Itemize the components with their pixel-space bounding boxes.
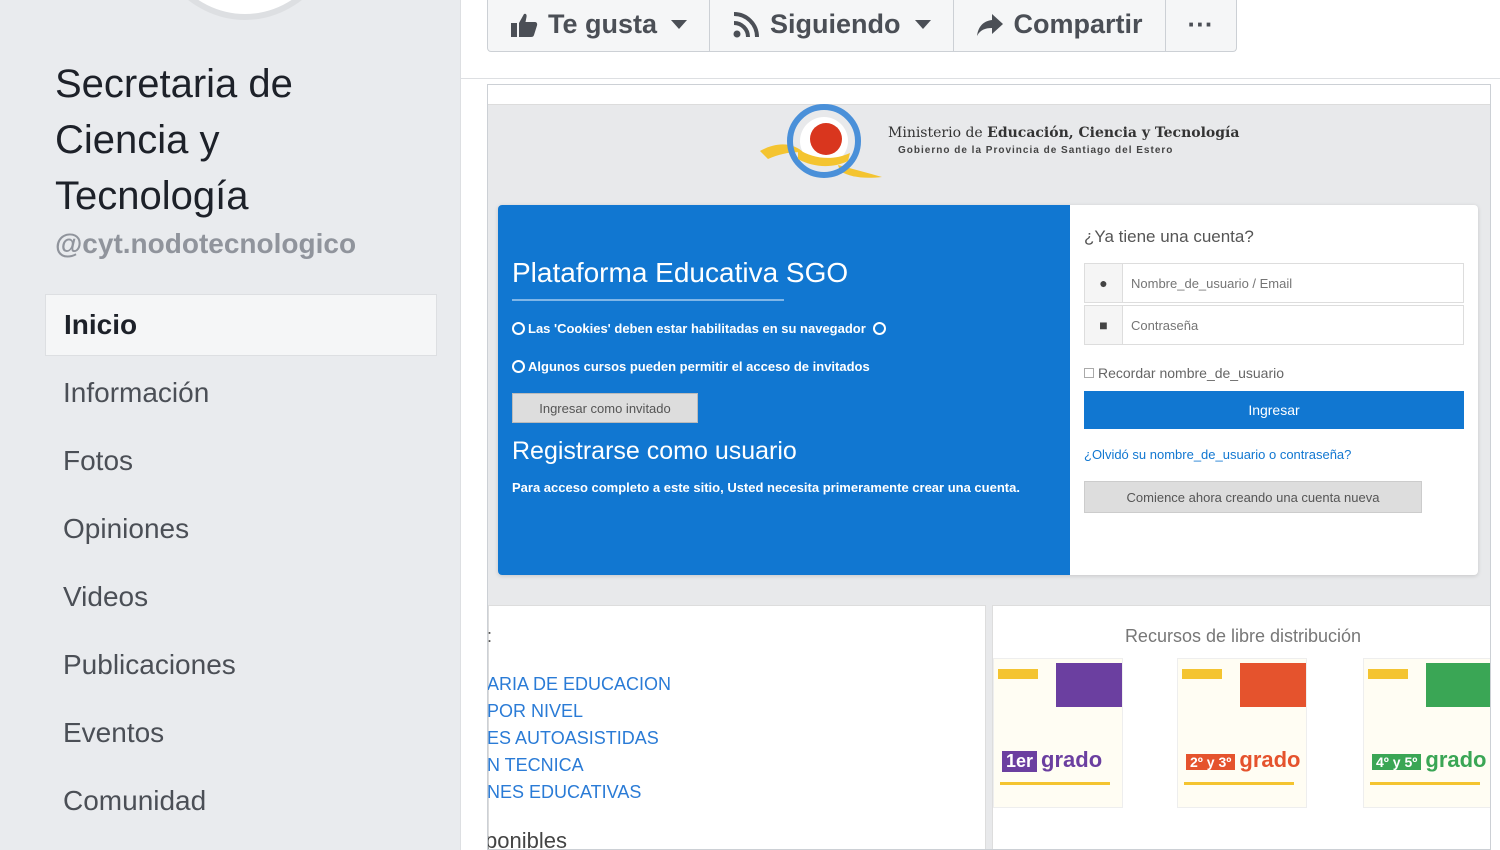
- like-button-label: Te gusta: [548, 9, 658, 39]
- platform-info-panel: Plataforma Educativa SGO Las 'Cookies' d…: [498, 205, 1070, 575]
- book-grade-label: grado: [1041, 747, 1103, 772]
- share-button[interactable]: Compartir: [954, 0, 1166, 51]
- guest-login-button[interactable]: Ingresar como invitado: [512, 393, 698, 423]
- help-icon[interactable]: [873, 322, 887, 335]
- book-grade-label: grado: [1425, 747, 1487, 772]
- like-button[interactable]: Te gusta: [488, 0, 711, 51]
- ministry-name-bold: Educación, Ciencia y Tecnología: [987, 125, 1240, 141]
- image-top-strip: [488, 85, 1490, 105]
- rss-icon: [733, 11, 760, 37]
- following-button-label: Siguiendo: [770, 9, 901, 39]
- thumbs-up-icon: [511, 13, 538, 37]
- username-input[interactable]: [1131, 272, 1451, 294]
- more-dots-icon: ···: [1187, 9, 1214, 39]
- nav-item-eventos[interactable]: Eventos: [45, 702, 437, 764]
- ministry-header: Ministerio de Educación, Ciencia y Tecno…: [758, 103, 1239, 185]
- share-arrow-icon: [976, 13, 1003, 36]
- link-educativas[interactable]: NES EDUCATIVAS: [488, 782, 641, 803]
- link-por-nivel[interactable]: POR NIVEL: [488, 701, 583, 722]
- nav-item-publicaciones[interactable]: Publicaciones: [45, 634, 437, 696]
- login-question: ¿Ya tiene una cuenta?: [1084, 227, 1254, 246]
- password-input[interactable]: [1131, 314, 1451, 336]
- username-field-wrapper: ●: [1084, 263, 1464, 303]
- cookies-note: Las 'Cookies' deben estar habilitadas en…: [512, 321, 889, 336]
- nav-item-inicio[interactable]: Inicio: [45, 294, 437, 356]
- panel-footer-fragment: ponibles: [487, 828, 567, 850]
- cookies-note-text: Las 'Cookies' deben estar habilitadas en…: [528, 321, 866, 336]
- ministry-logo-icon: [760, 104, 882, 178]
- more-options-button[interactable]: ···: [1166, 0, 1236, 51]
- divider: [461, 78, 1500, 79]
- forgot-password-link[interactable]: ¿Olvidó su nombre_de_usuario o contraseñ…: [1084, 447, 1351, 462]
- book-grade-number: 4º y 5º: [1372, 754, 1422, 770]
- title-underline: [512, 299, 784, 301]
- page-title: Secretaria de Ciencia y Tecnología: [55, 62, 293, 218]
- book-band: [1426, 663, 1490, 707]
- book-cover-4th-5th-grade[interactable]: 4º y 5º grado: [1363, 658, 1490, 808]
- book-cover-2nd-3rd-grade[interactable]: 2º y 3º grado: [1177, 658, 1307, 808]
- ministry-subtitle: Gobierno de la Provincia de Santiago del…: [898, 145, 1174, 156]
- lock-icon: ■: [1085, 306, 1123, 344]
- book-grade-number: 1er: [1002, 751, 1038, 772]
- remember-username[interactable]: Recordar nombre_de_usuario: [1084, 365, 1284, 381]
- check-circle-icon: [512, 322, 525, 335]
- remember-checkbox[interactable]: [1084, 368, 1094, 378]
- ministry-name: Ministerio de Educación, Ciencia y Tecno…: [888, 125, 1239, 141]
- nav-item-fotos[interactable]: Fotos: [45, 430, 437, 492]
- nav-item-comunidad[interactable]: Comunidad: [45, 770, 437, 832]
- link-secretaria-educacion[interactable]: ARIA DE EDUCACION: [488, 674, 671, 695]
- remember-label: Recordar nombre_de_usuario: [1098, 365, 1284, 381]
- book-band: [1056, 663, 1122, 707]
- link-tecnica[interactable]: N TECNICA: [488, 755, 584, 776]
- page-handle[interactable]: @cyt.nodotecnologico: [55, 228, 356, 260]
- ministry-name-prefix: Ministerio de: [888, 125, 983, 141]
- nav-item-informacion[interactable]: Información: [45, 362, 437, 424]
- book-line: [1184, 782, 1294, 785]
- book-band: [1240, 663, 1306, 707]
- profile-avatar[interactable]: [140, 0, 350, 20]
- book-logo: [998, 669, 1038, 679]
- link-autoasistidas[interactable]: ES AUTOASISTIDAS: [488, 728, 659, 749]
- page-action-bar: Te gusta Siguiendo Compartir ···: [487, 0, 1237, 52]
- guests-note: Algunos cursos pueden permitir el acceso…: [512, 359, 870, 374]
- free-resources-panel: Recursos de libre distribución 1er grado …: [992, 605, 1490, 849]
- book-grade: 1er grado: [1002, 747, 1102, 773]
- post-image[interactable]: Ministerio de Educación, Ciencia y Tecno…: [487, 84, 1491, 850]
- book-grade-number: 2º y 3º: [1186, 754, 1236, 770]
- book-grade: 4º y 5º grado: [1372, 747, 1487, 773]
- login-card: Plataforma Educativa SGO Las 'Cookies' d…: [498, 205, 1478, 575]
- guests-note-text: Algunos cursos pueden permitir el acceso…: [528, 359, 870, 374]
- book-logo: [1182, 669, 1222, 679]
- resources-title: Recursos de libre distribución: [1124, 626, 1362, 646]
- chevron-down-icon: [914, 20, 931, 29]
- page-nav: Inicio Información Fotos Opiniones Video…: [45, 294, 437, 838]
- register-title: Registrarse como usuario: [512, 437, 797, 465]
- create-account-button[interactable]: Comience ahora creando una cuenta nueva: [1084, 481, 1422, 513]
- education-links-panel: : ARIA DE EDUCACION POR NIVEL ES AUTOASI…: [487, 605, 986, 850]
- panel-heading-fragment: :: [487, 626, 493, 646]
- following-button[interactable]: Siguiendo: [710, 0, 954, 51]
- book-cover-1st-grade[interactable]: 1er grado: [993, 658, 1123, 808]
- user-icon: ●: [1085, 264, 1123, 302]
- share-button-label: Compartir: [1013, 9, 1143, 39]
- chevron-down-icon: [671, 20, 688, 29]
- book-line: [1370, 782, 1480, 785]
- register-text: Para acceso completo a este sitio, Usted…: [512, 480, 1020, 495]
- password-field-wrapper: ■: [1084, 305, 1464, 345]
- book-logo: [1368, 669, 1408, 679]
- book-grade-label: grado: [1239, 747, 1301, 772]
- login-submit-button[interactable]: Ingresar: [1084, 391, 1464, 429]
- login-form: ¿Ya tiene una cuenta? ● ■ Recordar nombr…: [1070, 205, 1478, 575]
- page-sidebar: Secretaria de Ciencia y Tecnología @cyt.…: [0, 0, 460, 850]
- main-column: Te gusta Siguiendo Compartir ··· Ministe…: [460, 0, 1500, 850]
- book-line: [1000, 782, 1110, 785]
- platform-title: Plataforma Educativa SGO: [512, 257, 849, 288]
- user-circle-icon: [512, 360, 525, 373]
- nav-item-videos[interactable]: Videos: [45, 566, 437, 628]
- nav-item-opiniones[interactable]: Opiniones: [45, 498, 437, 560]
- book-grade: 2º y 3º grado: [1186, 747, 1301, 773]
